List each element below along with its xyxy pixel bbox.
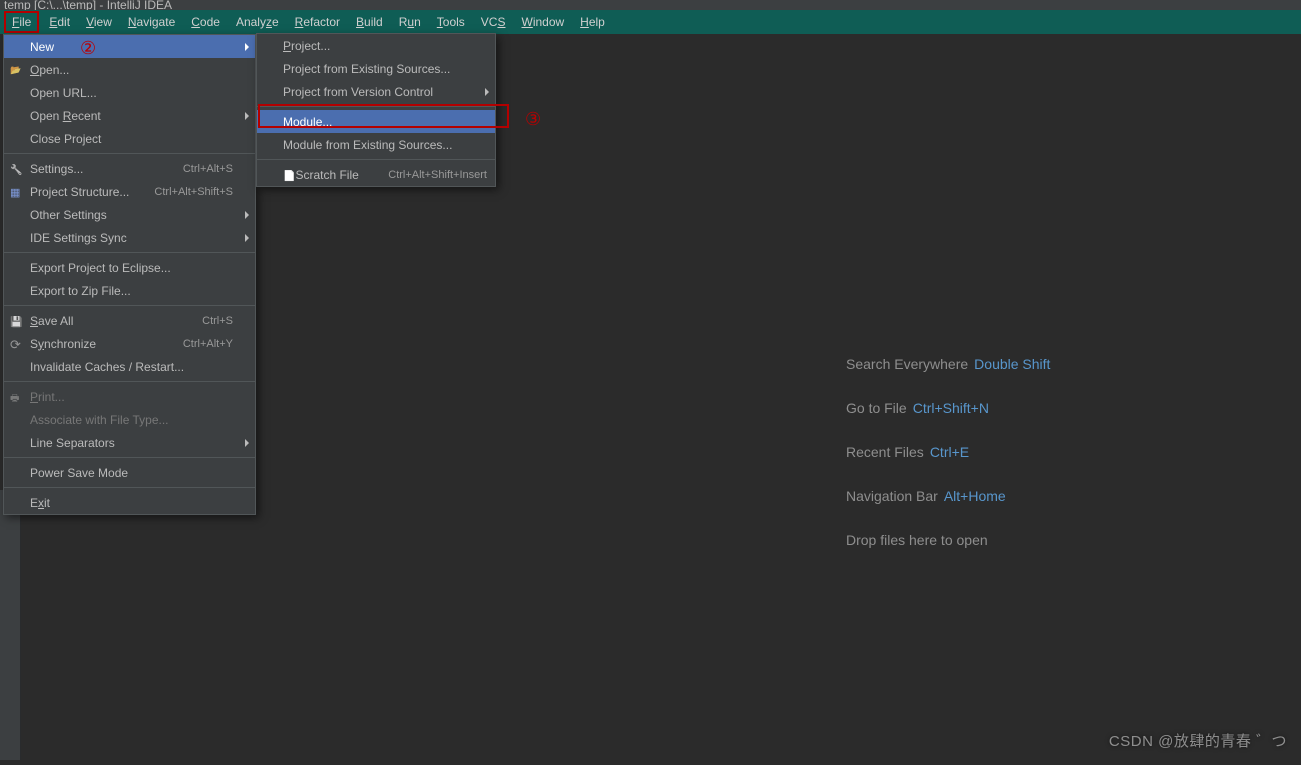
menu-file[interactable]: File [4,11,39,33]
menu-analyze[interactable]: Analyze [228,11,287,33]
separator [257,159,495,160]
new-project-vcs[interactable]: Project from Version Control [257,80,495,103]
menu-code[interactable]: Code [183,11,228,33]
menu-tools[interactable]: Tools [429,11,473,33]
file-open[interactable]: Open... [4,58,255,81]
sync-icon [10,337,24,351]
new-submenu: Project... Project from Existing Sources… [256,33,496,187]
file-open-url[interactable]: Open URL... [4,81,255,104]
welcome-hints: Search EverywhereDouble Shift Go to File… [846,356,1050,576]
separator [257,106,495,107]
menu-build[interactable]: Build [348,11,391,33]
menu-edit[interactable]: Edit [41,11,78,33]
print-icon [10,390,24,404]
title-bar: temp [C:\...\temp] - IntelliJ IDEA [0,0,1301,10]
hint-drop-files: Drop files here to open [846,532,1050,548]
hint-navigation-bar: Navigation BarAlt+Home [846,488,1050,504]
chevron-right-icon [245,112,249,120]
file-associate: Associate with File Type... [4,408,255,431]
menu-vcs[interactable]: VCS [473,11,514,33]
new-scratch-file[interactable]: Scratch FileCtrl+Alt+Shift+Insert [257,163,495,186]
wrench-icon [10,162,24,176]
tool-window-stripe-left[interactable]: Favorites [0,490,21,760]
menu-run[interactable]: Run [391,11,429,33]
menu-bar: File Edit View Navigate Code Analyze Ref… [0,10,1301,34]
file-new[interactable]: New [4,35,255,58]
new-module[interactable]: Module... [257,110,495,133]
new-project-existing[interactable]: Project from Existing Sources... [257,57,495,80]
file-export-eclipse[interactable]: Export Project to Eclipse... [4,256,255,279]
separator [4,252,255,253]
file-synchronize[interactable]: SynchronizeCtrl+Alt+Y [4,332,255,355]
file-line-separators[interactable]: Line Separators [4,431,255,454]
file-power-save[interactable]: Power Save Mode [4,461,255,484]
hint-go-to-file: Go to FileCtrl+Shift+N [846,400,1050,416]
chevron-right-icon [245,43,249,51]
watermark-text: CSDN @放肆的青春 ゛つ [1109,730,1287,751]
file-exit[interactable]: Exit [4,491,255,514]
menu-window[interactable]: Window [513,11,572,33]
file-print: Print... [4,385,255,408]
menu-help[interactable]: Help [572,11,613,33]
file-project-structure[interactable]: Project Structure...Ctrl+Alt+Shift+S [4,180,255,203]
chevron-right-icon [485,88,489,96]
file-save-all[interactable]: Save AllCtrl+S [4,309,255,332]
file-export-zip[interactable]: Export to Zip File... [4,279,255,302]
new-module-existing[interactable]: Module from Existing Sources... [257,133,495,156]
file-close-project[interactable]: Close Project [4,127,255,150]
menu-refactor[interactable]: Refactor [287,11,348,33]
menu-navigate[interactable]: Navigate [120,11,183,33]
file-other-settings[interactable]: Other Settings [4,203,255,226]
chevron-right-icon [245,234,249,242]
file-settings[interactable]: Settings...Ctrl+Alt+S [4,157,255,180]
separator [4,381,255,382]
folder-open-icon [10,63,24,77]
separator [4,487,255,488]
hint-search-everywhere: Search EverywhereDouble Shift [846,356,1050,372]
chevron-right-icon [245,439,249,447]
save-icon [10,314,24,328]
scratch-file-icon [283,168,295,182]
file-dropdown: New Open... Open URL... Open Recent Clos… [3,34,256,515]
separator [4,305,255,306]
file-open-recent[interactable]: Open Recent [4,104,255,127]
favorites-tool-button[interactable]: Favorites [0,713,3,754]
project-structure-icon [10,185,24,199]
menu-view[interactable]: View [78,11,120,33]
file-invalidate-caches[interactable]: Invalidate Caches / Restart... [4,355,255,378]
hint-recent-files: Recent FilesCtrl+E [846,444,1050,460]
separator [4,153,255,154]
file-ide-settings-sync[interactable]: IDE Settings Sync [4,226,255,249]
chevron-right-icon [245,211,249,219]
new-project[interactable]: Project... [257,34,495,57]
separator [4,457,255,458]
